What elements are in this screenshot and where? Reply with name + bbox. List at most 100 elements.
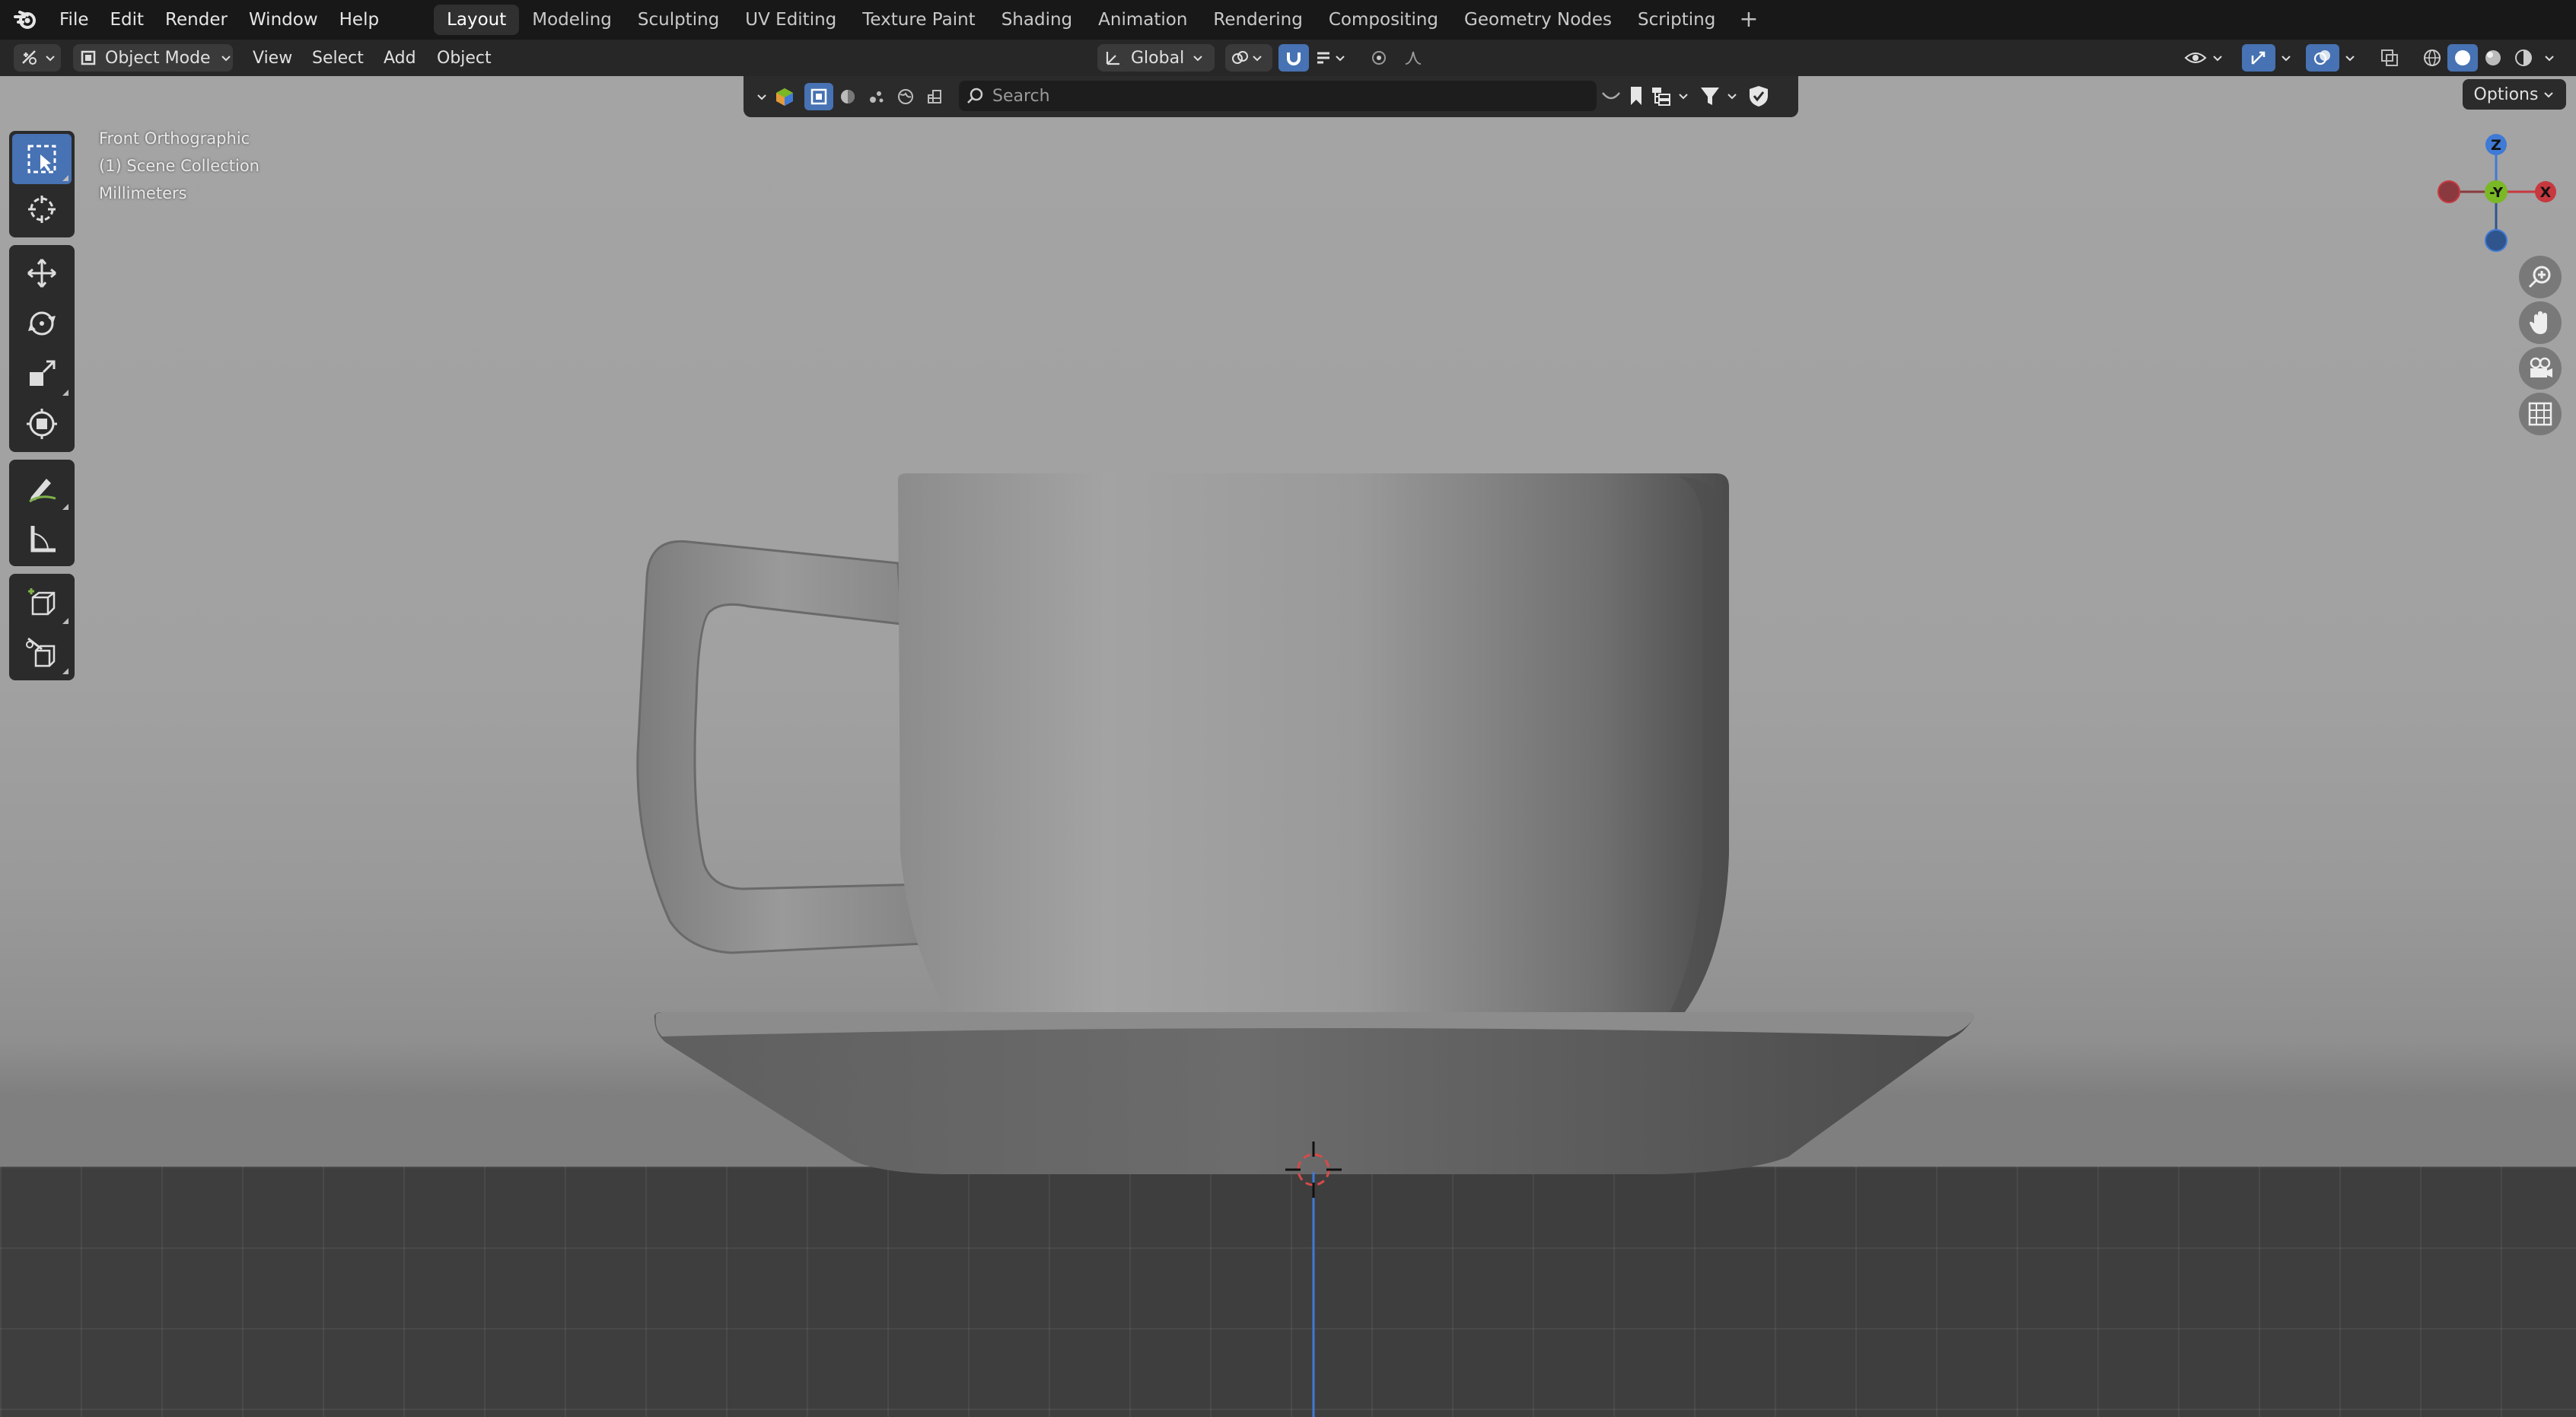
tab-uv-editing[interactable]: UV Editing [732,5,849,35]
tab-modeling[interactable]: Modeling [519,5,625,35]
filter-materials-toggle[interactable] [833,83,862,110]
chevron-down-icon [1679,94,1688,100]
overlay-toggle[interactable] [2306,44,2339,72]
search-field[interactable] [959,81,1597,111]
tool-options-corner [62,618,68,624]
tool-transform[interactable] [12,399,72,449]
falloff-dropdown[interactable] [1394,44,1432,72]
workspace-tabs: Layout Modeling Sculpting UV Editing Tex… [434,0,1769,40]
xray-toggle[interactable] [2379,44,2400,72]
rotate-icon [28,311,56,336]
tool-rotate[interactable] [12,298,72,349]
3d-viewport[interactable]: Front Orthographic (1) Scene Collection … [0,76,2576,1417]
zoom-icon [2528,266,2551,288]
chevron-down-icon [2544,92,2554,98]
shading-material-button[interactable] [2478,44,2508,72]
move-icon [27,259,56,288]
visibility-dropdown[interactable] [2184,44,2224,72]
tool-move[interactable] [12,248,72,298]
tab-animation[interactable]: Animation [1085,5,1200,35]
chevron-down-icon[interactable] [756,91,768,103]
sort-dropdown[interactable] [1650,84,1689,107]
mode-dropdown[interactable]: Object Mode [73,44,233,72]
options-dropdown[interactable]: Options [2463,79,2566,110]
chevron-down-icon[interactable] [2344,52,2356,64]
tool-annotate[interactable] [12,463,72,513]
gizmo-toggle[interactable] [2242,44,2275,72]
navigation-gizmo[interactable]: Z X -Y [2428,129,2572,259]
filter-objects-toggle[interactable] [804,83,833,110]
tool-options-corner [62,390,68,396]
grid-icon [2528,402,2552,426]
tool-scale[interactable] [12,349,72,399]
tool-shelf [9,131,75,688]
transform-icon [27,409,57,439]
snap-target-dropdown[interactable] [1309,44,1352,72]
tab-scripting[interactable]: Scripting [1625,5,1728,35]
tool-knife-cube[interactable] [12,627,72,677]
blender-logo-icon[interactable] [3,0,49,40]
transform-orientation-dropdown[interactable]: Global [1097,44,1215,72]
chevron-down-icon[interactable] [2543,52,2555,64]
gizmo-neg-y-icon[interactable]: -Y [2485,180,2508,203]
tab-layout[interactable]: Layout [434,5,520,35]
menu-file[interactable]: File [49,0,100,40]
gizmo-x-icon[interactable]: X [2535,181,2556,202]
pivot-icon [1232,51,1248,64]
tool-select-box[interactable] [12,134,72,184]
eye-icon [2184,53,2207,63]
search-input[interactable] [991,85,1557,107]
falloff-curve-icon [1405,51,1422,65]
tab-sculpting[interactable]: Sculpting [625,5,732,35]
tab-shading[interactable]: Shading [989,5,1085,35]
search-icon [967,88,983,103]
add-workspace-button[interactable]: + [1728,0,1769,40]
proportional-edit-toggle[interactable] [1364,44,1394,72]
overlay-toggle-group [2306,44,2356,72]
menu-view[interactable]: View [253,44,292,72]
tool-group-transform [9,245,75,452]
tab-texture-paint[interactable]: Texture Paint [849,5,988,35]
camera-view-button[interactable] [2519,347,2562,390]
knife-cube-icon [26,637,56,667]
tool-measure[interactable] [12,513,72,563]
gizmo-neg-x-icon[interactable] [2437,180,2460,203]
menu-edit[interactable]: Edit [100,0,155,40]
shading-wireframe-button[interactable] [2417,44,2447,72]
pivot-point-dropdown[interactable] [1225,44,1272,72]
zoom-button[interactable] [2519,256,2562,298]
gizmo-neg-z-icon[interactable] [2485,229,2508,252]
menu-render[interactable]: Render [154,0,238,40]
tool-options-corner [62,504,68,510]
restrict-icon[interactable] [1600,85,1622,107]
shield-check-icon[interactable] [1747,84,1770,108]
proportional-group [1364,44,1432,72]
menu-help[interactable]: Help [329,0,390,40]
filter-particles-toggle[interactable] [862,83,891,110]
solid-sphere-icon [2455,50,2470,65]
shading-solid-button[interactable] [2447,44,2478,72]
scene-render [636,473,1975,1417]
menu-object[interactable]: Object [437,44,492,72]
tool-add-cube[interactable] [12,577,72,627]
bookmark-icon[interactable] [1627,84,1645,107]
gizmo-z-icon[interactable]: Z [2485,134,2507,155]
filter-dropdown[interactable] [1699,84,1738,107]
filter-misc-toggle[interactable] [920,83,949,110]
menu-add[interactable]: Add [384,44,416,72]
snap-toggle[interactable] [1278,44,1309,72]
shading-rendered-button[interactable] [2508,44,2539,72]
menu-select[interactable]: Select [312,44,364,72]
pan-button[interactable] [2519,301,2562,344]
menu-window[interactable]: Window [238,0,329,40]
tool-cursor[interactable] [12,184,72,234]
filter-world-toggle[interactable] [891,83,920,110]
tool-group-add [9,574,75,680]
projection-toggle-button[interactable] [2519,393,2562,435]
chevron-down-icon[interactable] [2280,52,2292,64]
tab-geometry-nodes[interactable]: Geometry Nodes [1451,5,1625,35]
tab-compositing[interactable]: Compositing [1316,5,1451,35]
tab-rendering[interactable]: Rendering [1200,5,1315,35]
editor-type-dropdown[interactable] [14,44,61,72]
scene-data-icon[interactable] [774,86,795,107]
